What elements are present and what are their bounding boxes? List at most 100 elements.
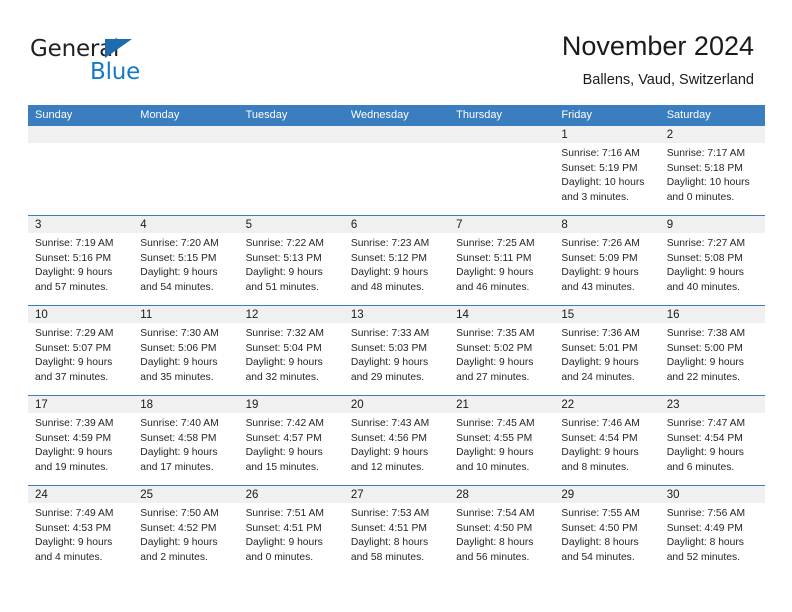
day-cell[interactable]: 9 Sunrise: 7:27 AM Sunset: 5:08 PM Dayli… <box>659 216 765 305</box>
brand-logo[interactable]: General Blue <box>30 36 260 94</box>
page-title: November 2024 <box>561 31 754 61</box>
day-cell[interactable]: 16 Sunrise: 7:38 AM Sunset: 5:00 PM Dayl… <box>659 306 765 395</box>
sunset-text: Sunset: 4:49 PM <box>666 522 743 534</box>
day-cell[interactable]: 4 Sunrise: 7:20 AM Sunset: 5:15 PM Dayli… <box>133 216 239 305</box>
day-number <box>343 126 450 143</box>
daylight-text-line1: Daylight: 9 hours <box>561 447 639 459</box>
day-cell[interactable]: 30 Sunrise: 7:56 AM Sunset: 4:49 PM Dayl… <box>659 486 765 575</box>
day-cell[interactable]: 2 Sunrise: 7:17 AM Sunset: 5:18 PM Dayli… <box>659 126 765 215</box>
daylight-text-line1: Daylight: 9 hours <box>140 447 218 459</box>
sunrise-text: Sunrise: 7:16 AM <box>561 148 640 159</box>
day-cell[interactable]: 24 Sunrise: 7:49 AM Sunset: 4:53 PM Dayl… <box>28 486 134 575</box>
sunrise-text: Sunrise: 7:46 AM <box>561 418 640 429</box>
sunrise-text: Sunrise: 7:42 AM <box>245 418 324 429</box>
day-cell[interactable]: 6 Sunrise: 7:23 AM Sunset: 5:12 PM Dayli… <box>343 216 450 305</box>
calendar-page: General Blue November 2024 Ballens, Vaud… <box>0 0 792 612</box>
day-cell[interactable]: 18 Sunrise: 7:40 AM Sunset: 4:58 PM Dayl… <box>133 396 239 485</box>
day-number: 8 <box>554 216 660 233</box>
sunrise-text: Sunrise: 7:38 AM <box>666 328 746 339</box>
sunrise-text: Sunrise: 7:17 AM <box>666 148 746 159</box>
daylight-text-line2: and 24 minutes. <box>561 371 635 383</box>
day-details: Sunrise: 7:27 AM Sunset: 5:08 PM Dayligh… <box>660 233 765 295</box>
day-cell[interactable]: 10 Sunrise: 7:29 AM Sunset: 5:07 PM Dayl… <box>28 306 134 395</box>
sunset-text: Sunset: 4:55 PM <box>456 432 533 444</box>
day-details <box>239 143 344 147</box>
day-cell[interactable]: 7 Sunrise: 7:25 AM Sunset: 5:11 PM Dayli… <box>449 216 555 305</box>
sunset-text: Sunset: 4:51 PM <box>245 522 322 534</box>
day-cell[interactable]: 11 Sunrise: 7:30 AM Sunset: 5:06 PM Dayl… <box>133 306 239 395</box>
sunrise-text: Sunrise: 7:33 AM <box>350 328 430 339</box>
day-cell[interactable]: 8 Sunrise: 7:26 AM Sunset: 5:09 PM Dayli… <box>554 216 660 305</box>
day-number: 15 <box>554 306 660 323</box>
day-details: Sunrise: 7:20 AM Sunset: 5:15 PM Dayligh… <box>133 233 238 295</box>
day-number: 25 <box>133 486 239 503</box>
sunrise-text: Sunrise: 7:49 AM <box>35 508 114 519</box>
day-cell[interactable]: 29 Sunrise: 7:55 AM Sunset: 4:50 PM Dayl… <box>554 486 660 575</box>
day-cell[interactable]: 27 Sunrise: 7:53 AM Sunset: 4:51 PM Dayl… <box>343 486 450 575</box>
sunrise-text: Sunrise: 7:55 AM <box>561 508 640 519</box>
sunset-text: Sunset: 5:13 PM <box>245 252 322 264</box>
sunset-text: Sunset: 5:06 PM <box>140 342 217 354</box>
day-details: Sunrise: 7:26 AM Sunset: 5:09 PM Dayligh… <box>554 233 659 295</box>
daylight-text-line1: Daylight: 9 hours <box>35 267 113 279</box>
daylight-text-line2: and 17 minutes. <box>140 461 214 473</box>
day-cell[interactable]: 13 Sunrise: 7:33 AM Sunset: 5:03 PM Dayl… <box>343 306 450 395</box>
daylight-text-line2: and 6 minutes. <box>666 461 735 473</box>
day-number: 7 <box>449 216 555 233</box>
week-row: 24 Sunrise: 7:49 AM Sunset: 4:53 PM Dayl… <box>28 485 765 575</box>
day-cell[interactable]: 21 Sunrise: 7:45 AM Sunset: 4:55 PM Dayl… <box>449 396 555 485</box>
sunset-text: Sunset: 5:11 PM <box>456 252 532 264</box>
daylight-text-line2: and 10 minutes. <box>456 461 530 473</box>
sunrise-text: Sunrise: 7:51 AM <box>245 508 324 519</box>
daylight-text-line2: and 35 minutes. <box>140 371 214 383</box>
day-number: 14 <box>449 306 555 323</box>
calendar-grid: Sunday Monday Tuesday Wednesday Thursday… <box>28 105 765 575</box>
daylight-text-line2: and 43 minutes. <box>561 281 635 293</box>
sunrise-text: Sunrise: 7:26 AM <box>561 238 640 249</box>
day-cell[interactable]: 22 Sunrise: 7:46 AM Sunset: 4:54 PM Dayl… <box>554 396 660 485</box>
week-row: 10 Sunrise: 7:29 AM Sunset: 5:07 PM Dayl… <box>28 305 765 395</box>
day-cell[interactable]: 12 Sunrise: 7:32 AM Sunset: 5:04 PM Dayl… <box>238 306 344 395</box>
day-number: 6 <box>343 216 450 233</box>
day-cell[interactable]: 23 Sunrise: 7:47 AM Sunset: 4:54 PM Dayl… <box>659 396 765 485</box>
sunrise-text: Sunrise: 7:20 AM <box>140 238 219 249</box>
daylight-text-line2: and 3 minutes. <box>561 191 629 203</box>
day-cell[interactable]: 3 Sunrise: 7:19 AM Sunset: 5:16 PM Dayli… <box>28 216 134 305</box>
daylight-text-line2: and 0 minutes. <box>666 191 735 203</box>
day-cell[interactable]: 26 Sunrise: 7:51 AM Sunset: 4:51 PM Dayl… <box>238 486 344 575</box>
day-cell[interactable]: 14 Sunrise: 7:35 AM Sunset: 5:02 PM Dayl… <box>449 306 555 395</box>
daylight-text-line2: and 54 minutes. <box>140 281 214 293</box>
day-number: 28 <box>449 486 555 503</box>
daylight-text-line1: Daylight: 9 hours <box>456 267 534 279</box>
weekday-header-friday: Friday <box>561 109 592 121</box>
day-cell[interactable]: 25 Sunrise: 7:50 AM Sunset: 4:52 PM Dayl… <box>133 486 239 575</box>
daylight-text-line2: and 56 minutes. <box>456 551 530 563</box>
day-details: Sunrise: 7:40 AM Sunset: 4:58 PM Dayligh… <box>133 413 238 475</box>
day-details: Sunrise: 7:51 AM Sunset: 4:51 PM Dayligh… <box>239 503 344 565</box>
day-cell <box>238 126 344 215</box>
day-number: 24 <box>28 486 134 503</box>
day-cell[interactable]: 20 Sunrise: 7:43 AM Sunset: 4:56 PM Dayl… <box>343 396 450 485</box>
day-cell[interactable]: 1 Sunrise: 7:16 AM Sunset: 5:19 PM Dayli… <box>554 126 660 215</box>
sunrise-text: Sunrise: 7:23 AM <box>350 238 430 249</box>
day-number <box>133 126 239 143</box>
day-cell[interactable]: 28 Sunrise: 7:54 AM Sunset: 4:50 PM Dayl… <box>449 486 555 575</box>
sunrise-text: Sunrise: 7:54 AM <box>456 508 535 519</box>
sunrise-text: Sunrise: 7:50 AM <box>140 508 219 519</box>
daylight-text-line1: Daylight: 9 hours <box>350 447 429 459</box>
sunset-text: Sunset: 5:07 PM <box>35 342 112 354</box>
day-cell[interactable]: 19 Sunrise: 7:42 AM Sunset: 4:57 PM Dayl… <box>238 396 344 485</box>
day-cell[interactable]: 15 Sunrise: 7:36 AM Sunset: 5:01 PM Dayl… <box>554 306 660 395</box>
sunrise-text: Sunrise: 7:43 AM <box>350 418 430 429</box>
sunset-text: Sunset: 5:18 PM <box>666 162 743 174</box>
day-cell[interactable]: 17 Sunrise: 7:39 AM Sunset: 4:59 PM Dayl… <box>28 396 134 485</box>
daylight-text-line1: Daylight: 9 hours <box>35 447 113 459</box>
sunset-text: Sunset: 4:54 PM <box>561 432 638 444</box>
day-details: Sunrise: 7:23 AM Sunset: 5:12 PM Dayligh… <box>344 233 449 295</box>
brand-name-blue: Blue <box>90 59 141 85</box>
day-cell[interactable]: 5 Sunrise: 7:22 AM Sunset: 5:13 PM Dayli… <box>238 216 344 305</box>
daylight-text-line1: Daylight: 8 hours <box>456 537 534 549</box>
day-details: Sunrise: 7:36 AM Sunset: 5:01 PM Dayligh… <box>554 323 659 385</box>
weekday-header-saturday: Saturday <box>666 109 711 121</box>
day-number: 26 <box>238 486 344 503</box>
